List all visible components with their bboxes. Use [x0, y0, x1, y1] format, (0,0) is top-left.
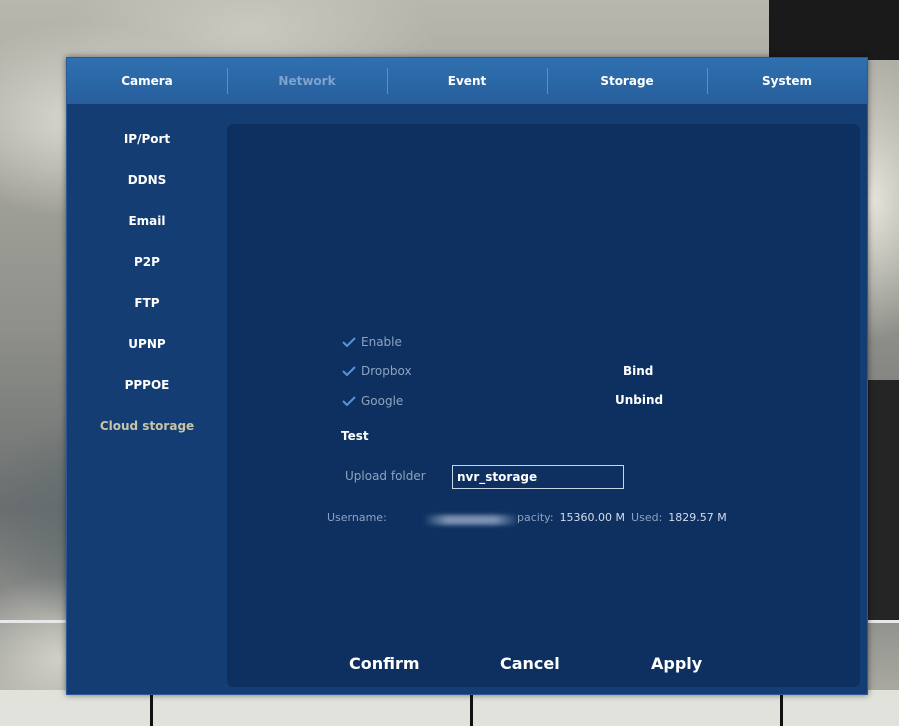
camera-grid-divider [150, 690, 153, 726]
enable-label: Enable [361, 335, 402, 349]
dropbox-checkbox[interactable]: Dropbox [342, 364, 412, 378]
used-label: Used: [631, 511, 663, 524]
checkmark-icon [342, 366, 356, 376]
camera-grid-divider [780, 690, 783, 726]
dropbox-label: Dropbox [361, 364, 412, 378]
tab-storage[interactable]: Storage [547, 58, 707, 104]
redacted-username [423, 515, 519, 525]
capacity-info: pacity: 15360.00 M Used: 1829.57 M [517, 511, 727, 524]
enable-checkbox[interactable]: Enable [342, 335, 402, 349]
cancel-button[interactable]: Cancel [500, 654, 560, 673]
google-checkbox[interactable]: Google [342, 394, 403, 408]
camera-feed-region [0, 690, 899, 726]
username-label: Username: [327, 511, 387, 524]
tab-network[interactable]: Network [227, 58, 387, 104]
checkmark-icon [342, 396, 356, 406]
sidebar-item-email[interactable]: Email [67, 200, 227, 241]
apply-button[interactable]: Apply [651, 654, 702, 673]
camera-feed-region [769, 0, 899, 60]
bind-link[interactable]: Bind [623, 364, 653, 378]
sidebar-item-ddns[interactable]: DDNS [67, 159, 227, 200]
main-tab-bar: Camera Network Event Storage System [67, 58, 867, 104]
upload-folder-label: Upload folder [345, 469, 426, 483]
capacity-value: 15360.00 M [559, 511, 626, 524]
sidebar-item-pppoe[interactable]: PPPOE [67, 364, 227, 405]
cloud-storage-panel: Enable Dropbox Google Bind Unbind Test U… [227, 124, 860, 687]
network-sidebar: IP/Port DDNS Email P2P FTP UPNP PPPOE Cl… [67, 118, 227, 446]
upload-folder-input[interactable] [452, 465, 624, 489]
google-label: Google [361, 394, 404, 408]
used-value: 1829.57 M [668, 511, 727, 524]
sidebar-item-ip-port[interactable]: IP/Port [67, 118, 227, 159]
tab-system[interactable]: System [707, 58, 867, 104]
tab-event[interactable]: Event [387, 58, 547, 104]
capacity-label: pacity: [517, 511, 554, 524]
settings-dialog: Camera Network Event Storage System IP/P… [66, 57, 868, 695]
sidebar-item-p2p[interactable]: P2P [67, 241, 227, 282]
sidebar-item-cloud-storage[interactable]: Cloud storage [67, 405, 227, 446]
camera-grid-divider [470, 690, 473, 726]
checkmark-icon [342, 337, 356, 347]
sidebar-item-upnp[interactable]: UPNP [67, 323, 227, 364]
unbind-link[interactable]: Unbind [615, 393, 663, 407]
confirm-button[interactable]: Confirm [349, 654, 420, 673]
test-link[interactable]: Test [341, 429, 369, 443]
sidebar-item-ftp[interactable]: FTP [67, 282, 227, 323]
tab-camera[interactable]: Camera [67, 58, 227, 104]
